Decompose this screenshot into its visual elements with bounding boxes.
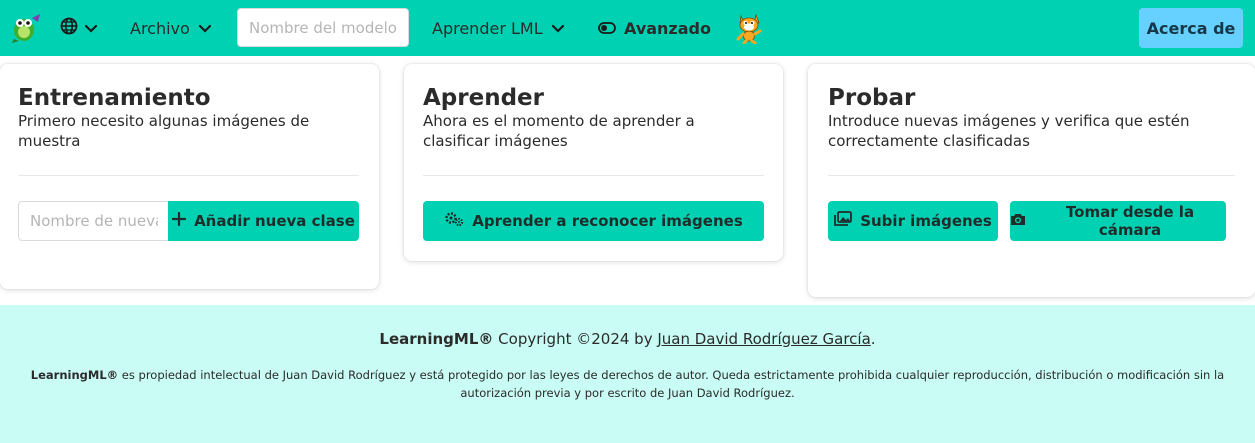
footer-copyright-text: Copyright ©2024 by: [493, 330, 658, 348]
learn-button[interactable]: Aprender a reconocer imágenes: [423, 201, 764, 241]
upload-images-label: Subir imágenes: [860, 212, 992, 230]
language-selector[interactable]: [60, 17, 98, 39]
camera-button[interactable]: Tomar desde la cámara: [1010, 201, 1226, 241]
model-name-input[interactable]: [237, 8, 409, 47]
test-subtitle: Introduce nuevas imágenes y verifica que…: [828, 112, 1190, 150]
add-class-label: Añadir nueva clase: [194, 212, 355, 230]
upload-images-button[interactable]: Subir imágenes: [828, 201, 998, 241]
chevron-down-icon: [198, 19, 212, 38]
camera-label: Tomar desde la cámara: [1065, 203, 1195, 239]
navbar: Archivo Aprender LML Avanzado: [0, 0, 1255, 56]
divider: [828, 175, 1235, 176]
chevron-down-icon: [84, 19, 98, 38]
about-button[interactable]: Acerca de: [1139, 8, 1243, 48]
scratch-cat-icon[interactable]: [735, 12, 763, 44]
class-name-input[interactable]: [18, 201, 169, 241]
menu-aprender-lml-label: Aprender LML: [432, 18, 543, 38]
footer-copyright: LearningML® Copyright ©2024 by Juan Davi…: [0, 330, 1255, 348]
learn-subtitle: Ahora es el momento de aprender a clasif…: [423, 112, 695, 150]
advanced-toggle-label: Avanzado: [624, 18, 711, 38]
test-title: Probar: [828, 85, 916, 111]
images-icon: [834, 211, 853, 231]
menu-archivo-label: Archivo: [130, 18, 190, 38]
menu-archivo[interactable]: Archivo: [130, 16, 212, 40]
advanced-toggle[interactable]: Avanzado: [598, 16, 711, 40]
menu-aprender-lml[interactable]: Aprender LML: [432, 16, 565, 40]
footer-period: .: [870, 330, 876, 348]
divider: [423, 175, 764, 176]
add-class-button[interactable]: Añadir nueva clase: [168, 201, 359, 241]
toggle-off-icon: [598, 19, 616, 38]
footer-brand: LearningML®: [379, 330, 494, 348]
chevron-down-icon: [551, 19, 565, 38]
footer-legal-text: es propiedad intelectual de Juan David R…: [118, 368, 1225, 400]
divider: [18, 175, 359, 176]
author-link[interactable]: Juan David Rodríguez García: [657, 330, 870, 348]
globe-icon: [60, 17, 78, 39]
gears-icon: [444, 211, 464, 231]
learn-title: Aprender: [423, 85, 544, 111]
training-subtitle: Primero necesito algunas imágenes de mue…: [18, 112, 310, 150]
footer-legal-brand: LearningML®: [30, 368, 119, 382]
plus-icon: [171, 211, 187, 230]
learn-button-label: Aprender a reconocer imágenes: [472, 212, 743, 230]
learningml-logo-icon[interactable]: [10, 12, 42, 44]
training-title: Entrenamiento: [18, 85, 211, 111]
camera-icon: [1010, 212, 1026, 230]
footer-legal: LearningML® es propiedad intelectual de …: [20, 366, 1235, 402]
